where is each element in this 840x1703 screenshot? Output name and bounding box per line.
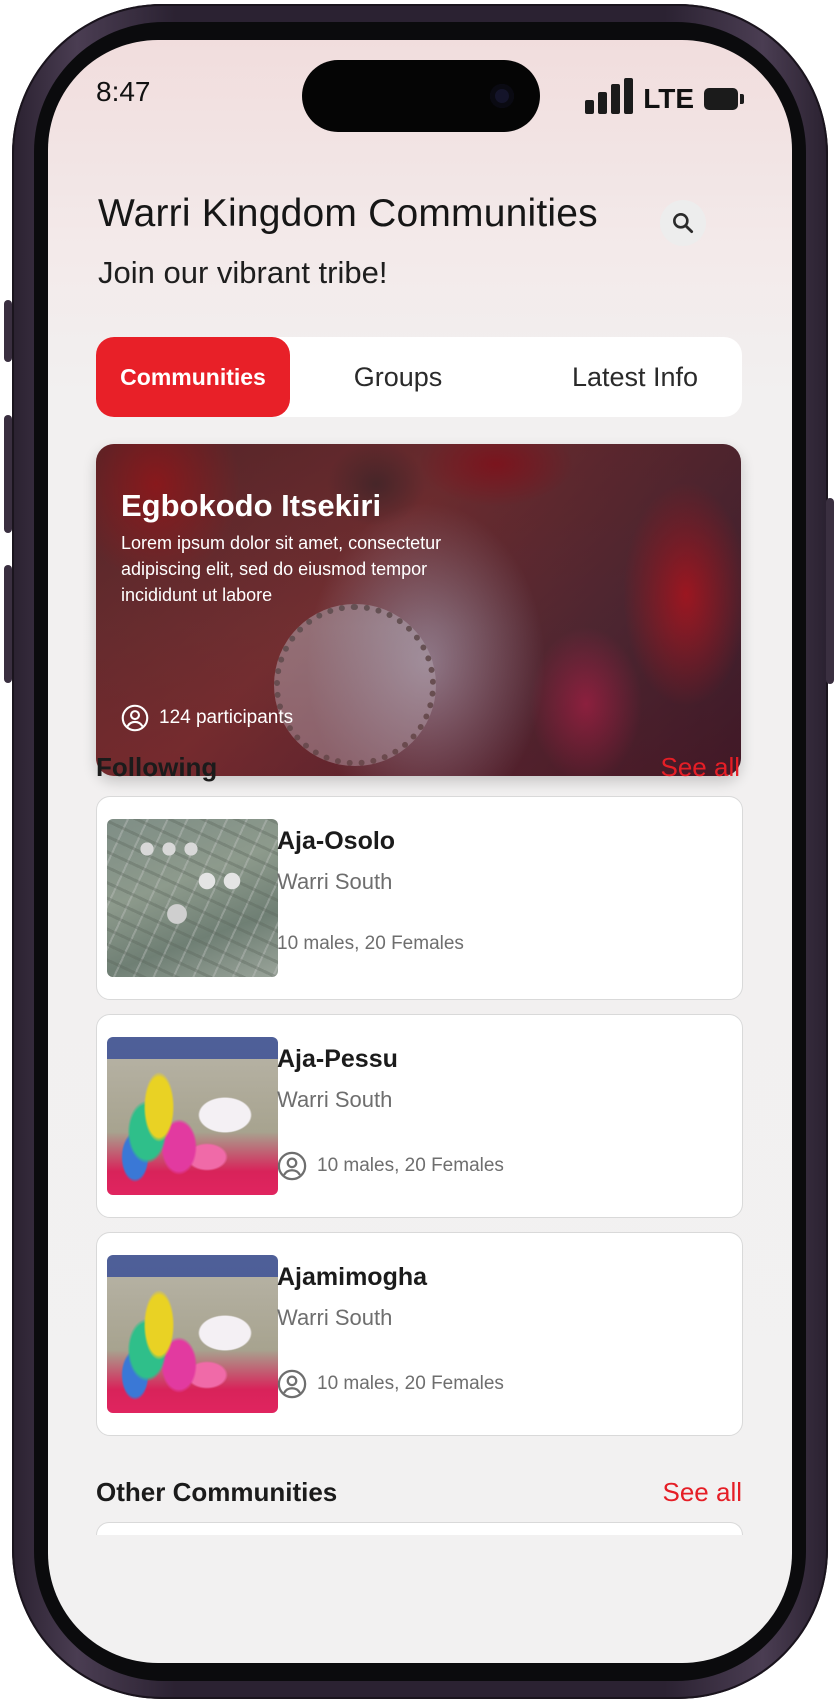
tab-groups[interactable]: Groups xyxy=(328,337,468,417)
community-location: Warri South xyxy=(277,1087,393,1112)
page-title: Warri Kingdom Communities xyxy=(98,192,598,235)
person-circle-icon xyxy=(121,704,149,732)
page-subtitle: Join our vibrant tribe! xyxy=(98,255,388,290)
community-name: Ajamimogha xyxy=(277,1263,428,1291)
community-image xyxy=(107,1037,278,1195)
tab-communities[interactable]: Communities xyxy=(96,337,290,417)
community-name: Aja-Pessu xyxy=(277,1045,398,1073)
participants-count: 124 participants xyxy=(159,707,294,728)
power-button xyxy=(826,498,834,684)
tab-latest-info[interactable]: Latest Info xyxy=(550,337,720,417)
community-name: Aja-Osolo xyxy=(277,827,396,855)
person-circle-icon xyxy=(277,1369,307,1399)
network-label: LTE xyxy=(643,83,694,114)
featured-title: Egbokodo Itsekiri xyxy=(121,488,382,523)
volume-down-button xyxy=(4,565,12,683)
action-button xyxy=(4,300,12,362)
other-communities-heading: Other Communities xyxy=(96,1477,338,1507)
featured-description: Lorem ipsum dolor sit amet, consectetur … xyxy=(121,533,442,605)
person-circle-icon xyxy=(277,1151,307,1181)
battery-icon xyxy=(704,88,744,110)
members-count: 10 males, 20 Females xyxy=(317,1155,504,1176)
community-card-partial[interactable] xyxy=(96,1522,743,1535)
members-count: 10 males, 20 Females xyxy=(317,1373,504,1394)
featured-community-card[interactable]: Egbokodo Itsekiri Lorem ipsum dolor sit … xyxy=(96,444,741,776)
search-icon xyxy=(673,213,694,234)
community-card[interactable]: Ajamimogha Warri South 10 males, 20 Fema… xyxy=(96,1232,743,1436)
community-members: 10 males, 20 Females xyxy=(277,933,464,955)
community-image xyxy=(107,819,278,977)
community-card[interactable]: Aja-Pessu Warri South 10 males, 20 Femal… xyxy=(96,1014,743,1218)
community-members: 10 males, 20 Females xyxy=(277,1369,504,1399)
signal-icon xyxy=(585,78,634,114)
members-count: 10 males, 20 Females xyxy=(277,933,464,954)
other-see-all-link[interactable]: See all xyxy=(663,1477,743,1508)
community-location: Warri South xyxy=(277,869,393,894)
app-screen: 8:47 LTE Warri Kingdom Communities Join … xyxy=(48,40,792,1663)
search-button[interactable] xyxy=(660,200,706,246)
volume-up-button xyxy=(4,415,12,533)
status-time: 8:47 xyxy=(96,76,151,107)
following-heading: Following xyxy=(96,752,218,782)
community-location: Warri South xyxy=(277,1305,393,1330)
community-image xyxy=(107,1255,278,1413)
community-members: 10 males, 20 Females xyxy=(277,1151,504,1181)
following-see-all-link[interactable]: See all xyxy=(661,752,741,783)
tab-bar: Communities Groups Latest Info xyxy=(96,337,742,417)
status-indicators: LTE xyxy=(585,78,744,114)
community-card[interactable]: Aja-Osolo Warri South 10 males, 20 Femal… xyxy=(96,796,743,1000)
featured-participants: 124 participants xyxy=(121,704,293,732)
camera-icon xyxy=(490,84,514,108)
dynamic-island xyxy=(302,60,540,132)
